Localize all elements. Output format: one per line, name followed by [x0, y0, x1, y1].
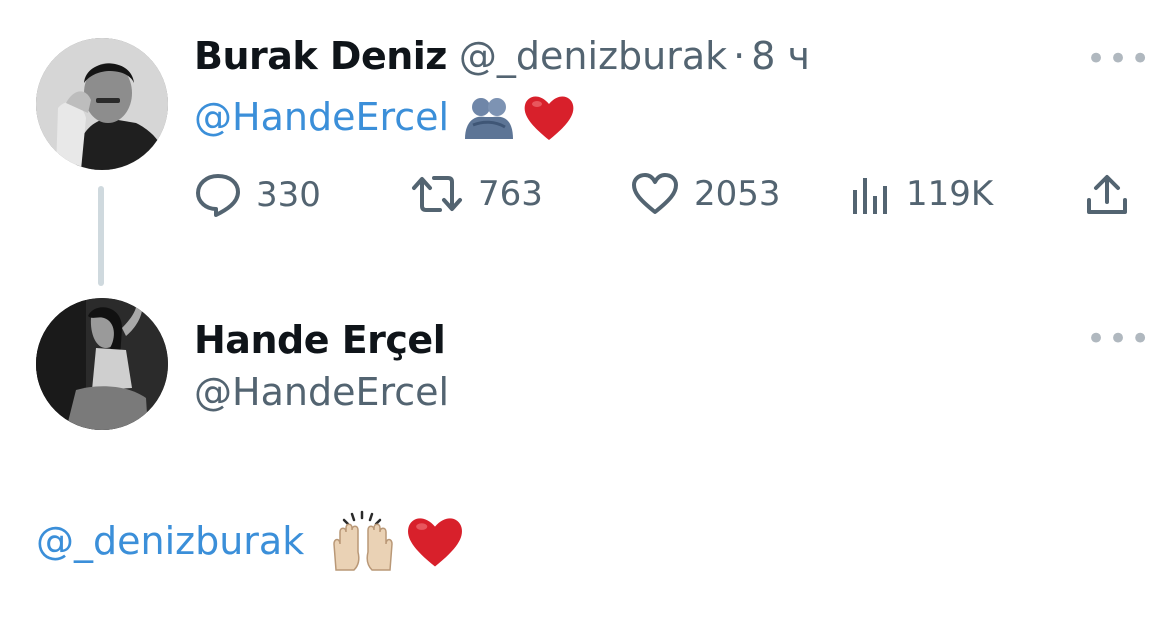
reply-mention-link[interactable]: @_denizburak: [36, 519, 304, 563]
reply-heart-emoji: [404, 513, 466, 569]
views-count: 119K: [906, 174, 994, 214]
tweet-time[interactable]: 8 ч: [751, 34, 810, 78]
hug-emoji: [461, 95, 517, 139]
retweet-icon: [412, 176, 462, 212]
like-count: 2053: [694, 174, 781, 214]
heart-emoji: [521, 92, 577, 142]
mention-link[interactable]: @HandeErcel: [194, 95, 449, 139]
reply-button[interactable]: 330: [194, 172, 321, 218]
views-button[interactable]: 119K: [850, 172, 993, 216]
like-icon: [632, 173, 678, 214]
reply-author-handle-wrap: @HandeErcel: [194, 370, 449, 414]
separator-dot: ·: [733, 34, 746, 78]
like-button[interactable]: 2053: [630, 172, 781, 216]
tweet-header: Burak Deniz @_denizburak · 8 ч: [194, 34, 810, 78]
reply-count: 330: [256, 175, 321, 215]
reply-icon: [196, 174, 240, 217]
reply-more-icon[interactable]: •••: [1086, 322, 1152, 356]
retweet-button[interactable]: 763: [410, 172, 543, 216]
reply-author-handle[interactable]: @HandeErcel: [194, 370, 449, 414]
more-icon[interactable]: •••: [1086, 42, 1152, 76]
share-button[interactable]: [1084, 172, 1130, 222]
avatar-burak-deniz[interactable]: [36, 38, 168, 170]
author-name[interactable]: Burak Deniz: [194, 34, 447, 78]
raised-hands-emoji: [330, 510, 396, 572]
reply-author-name[interactable]: Hande Erçel: [194, 318, 446, 362]
share-icon: [1087, 175, 1127, 214]
thread-line: [98, 186, 104, 286]
retweet-count: 763: [478, 174, 543, 214]
author-handle[interactable]: @_denizburak: [459, 34, 727, 78]
avatar-hande-ercel[interactable]: [36, 298, 168, 430]
reply-text: @_denizburak: [36, 510, 466, 572]
views-icon: [853, 178, 887, 214]
tweet-text: @HandeErcel: [194, 92, 577, 142]
reply-author-name-wrap: Hande Erçel: [194, 318, 446, 362]
